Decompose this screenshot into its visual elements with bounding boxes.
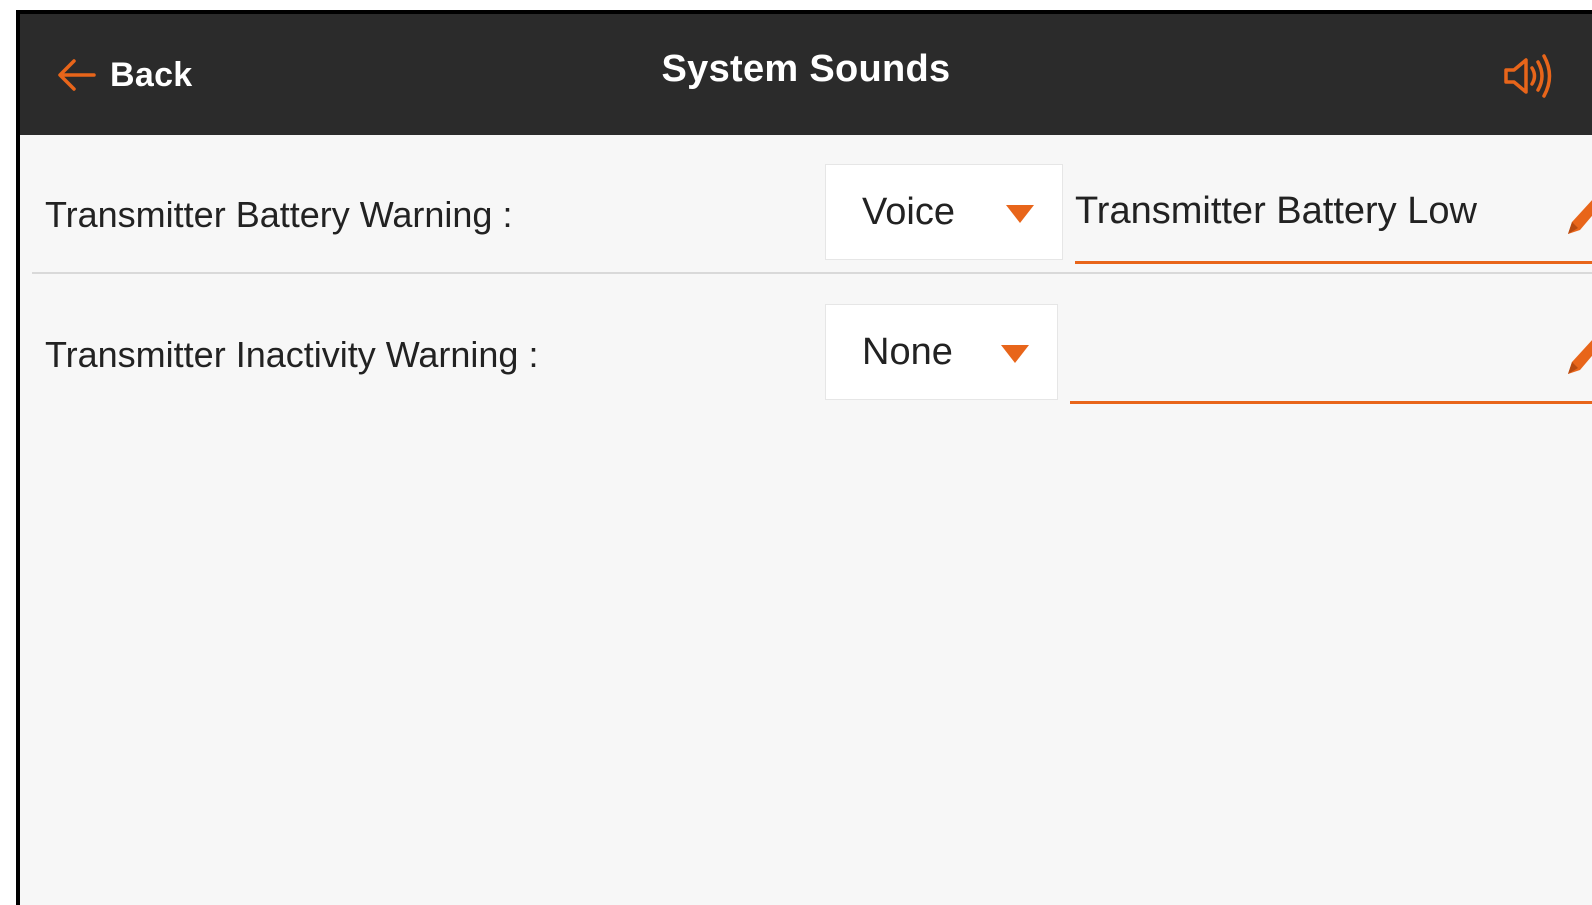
mode-dropdown[interactable]: None xyxy=(825,304,1058,400)
setting-row-inactivity-warning: Transmitter Inactivity Warning : None xyxy=(20,304,1592,414)
text-field-underline xyxy=(1070,401,1592,404)
pencil-icon[interactable] xyxy=(1562,332,1592,378)
setting-label: Transmitter Battery Warning : xyxy=(45,194,513,235)
message-text-field[interactable] xyxy=(1070,304,1592,404)
speaker-sound-icon[interactable] xyxy=(1502,50,1556,102)
text-field-underline xyxy=(1075,261,1592,264)
page-title: System Sounds xyxy=(661,48,951,90)
header-bar: Back System Sounds xyxy=(20,14,1592,135)
dropdown-value: None xyxy=(862,331,953,373)
setting-label: Transmitter Inactivity Warning : xyxy=(45,334,539,375)
mode-dropdown[interactable]: Voice xyxy=(825,164,1063,260)
screenshot-frame: Back System Sounds Transmitter Battery W… xyxy=(0,0,1592,905)
dropdown-value: Voice xyxy=(862,191,955,233)
pencil-icon[interactable] xyxy=(1562,192,1592,238)
message-value: Transmitter Battery Low xyxy=(1075,190,1477,232)
setting-row-battery-warning: Transmitter Battery Warning : Voice Tran… xyxy=(20,164,1592,274)
dropdown-arrow-icon xyxy=(1006,205,1034,223)
dropdown-arrow-icon xyxy=(1001,345,1029,363)
message-text-field[interactable]: Transmitter Battery Low xyxy=(1075,164,1592,264)
row-divider xyxy=(32,272,1592,274)
app-screen: Back System Sounds Transmitter Battery W… xyxy=(16,10,1592,905)
